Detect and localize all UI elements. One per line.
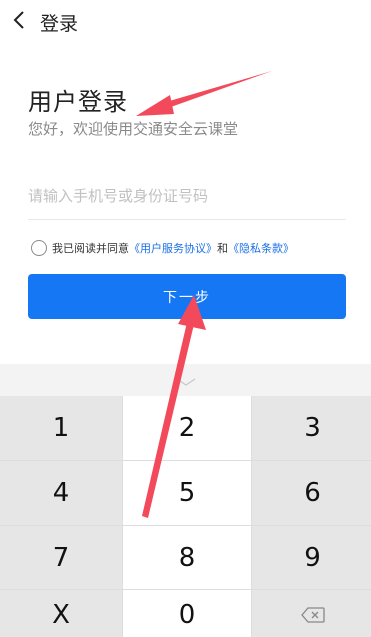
login-subtitle: 您好，欢迎使用交通安全云课堂 (28, 120, 239, 138)
key-6[interactable]: 6 (252, 461, 371, 525)
backspace-icon (300, 607, 325, 623)
key-2[interactable]: 2 (123, 396, 251, 460)
user-agreement-link[interactable]: 《用户服务协议》 (129, 240, 217, 256)
numeric-keyboard: 1 2 3 4 5 6 7 8 9 X 0 (0, 364, 371, 637)
key-1[interactable]: 1 (0, 396, 122, 460)
arrow-to-subtitle (136, 71, 272, 116)
login-title: 用户登录 (28, 88, 128, 116)
key-8[interactable]: 8 (123, 526, 251, 589)
key-4[interactable]: 4 (0, 461, 122, 525)
key-9[interactable]: 9 (252, 526, 371, 589)
phone-or-id-input[interactable] (28, 172, 346, 220)
chevron-down-icon (176, 371, 196, 390)
key-3[interactable]: 3 (252, 396, 371, 460)
agreement-row: 我已阅读并同意 《用户服务协议》 和 《隐私条款》 (31, 238, 294, 258)
page-title: 登录 (40, 13, 79, 35)
key-5[interactable]: 5 (123, 461, 251, 525)
agreement-conjunction: 和 (217, 242, 228, 255)
keyboard-collapse-button[interactable] (175, 374, 197, 386)
privacy-policy-link[interactable]: 《隐私条款》 (228, 240, 294, 256)
key-7[interactable]: 7 (0, 526, 122, 589)
next-button[interactable]: 下一步 (28, 274, 346, 319)
key-0[interactable]: 0 (123, 590, 251, 637)
agreement-radio[interactable] (31, 240, 47, 256)
back-button[interactable] (8, 8, 30, 32)
agreement-prefix: 我已阅读并同意 (52, 242, 129, 255)
top-bar: 登录 (0, 0, 371, 42)
chevron-left-icon (13, 10, 25, 30)
keypad: 1 2 3 4 5 6 7 8 9 X 0 (0, 396, 371, 637)
backspace-key[interactable] (252, 590, 371, 637)
key-x[interactable]: X (0, 590, 122, 637)
